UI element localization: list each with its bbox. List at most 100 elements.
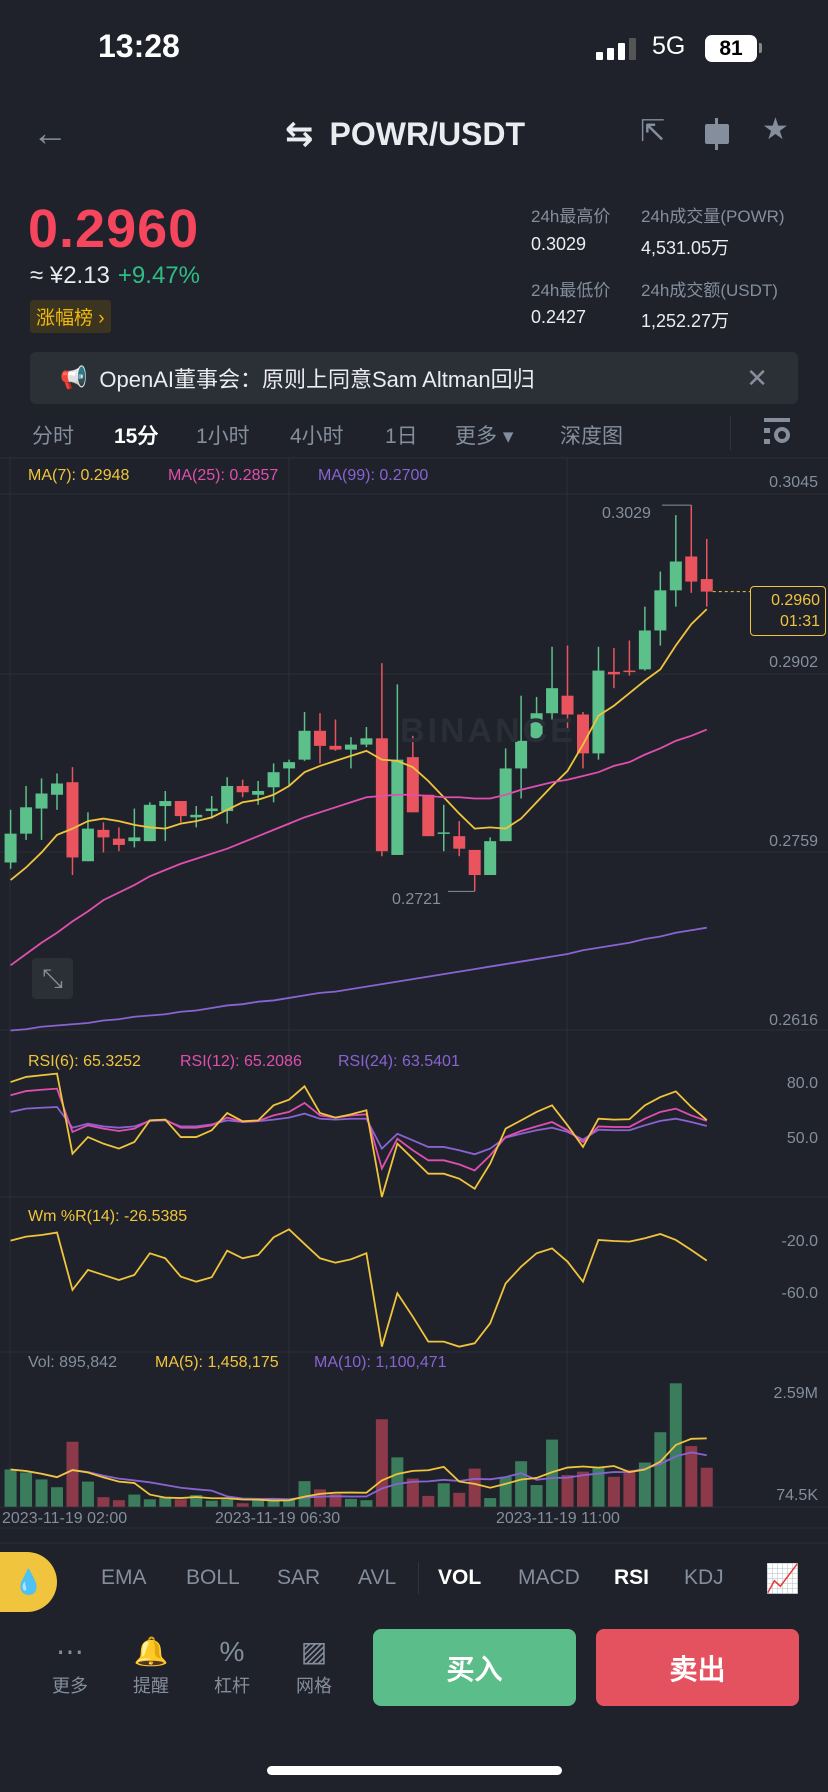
candle-down (375, 738, 388, 852)
price-axis-label: 0.2616 (769, 1012, 818, 1029)
volume-bar (344, 1498, 357, 1507)
volume-bar (422, 1495, 435, 1507)
candle-up (592, 670, 605, 754)
tab-indicator-boll[interactable]: BOLL (186, 1566, 240, 1590)
sell-button[interactable]: 卖出 (596, 1629, 799, 1706)
volume-bar (205, 1500, 218, 1507)
wr-axis-label: -60.0 (781, 1285, 818, 1302)
tab-timeframe[interactable]: 1日 (385, 420, 418, 450)
volume-bar (453, 1492, 466, 1507)
tab-timeframe[interactable]: 4小时 (290, 420, 344, 450)
volume-bar (437, 1483, 450, 1507)
candle-up (51, 783, 64, 795)
candle-up (669, 561, 682, 591)
amount-value: 1,252.27万 (641, 311, 730, 331)
change-percent: +9.47% (117, 262, 200, 289)
candle-up (143, 804, 156, 842)
drop-icon-button[interactable]: 💧 (0, 1552, 57, 1612)
candle-up (283, 762, 296, 769)
candle-up (344, 744, 357, 750)
low-marker-label: 0.2721 (392, 891, 441, 908)
candle-down (66, 782, 79, 858)
candle-down (236, 785, 249, 793)
fullscreen-expand-icon[interactable]: ⤡ (32, 958, 73, 999)
tab-more[interactable]: 更多 ▾ (455, 420, 513, 450)
volume-bar (298, 1481, 311, 1507)
vol-ma5-line (10, 1437, 707, 1502)
candle-down (576, 714, 589, 754)
tab-indicator-sar[interactable]: SAR (277, 1566, 320, 1590)
action-label: 更多 (52, 1676, 88, 1696)
ma7-legend: MA(7): 0.2948 (28, 467, 130, 484)
candle-down (112, 838, 125, 845)
tab-indicator-macd[interactable]: MACD (518, 1566, 580, 1590)
tab-depth[interactable]: 深度图 (560, 420, 623, 450)
tab-indicator-ema[interactable]: EMA (101, 1566, 147, 1590)
volume-bar (484, 1498, 497, 1507)
vol-ma5-legend: MA(5): 1,458,175 (155, 1354, 279, 1371)
announcement-bar[interactable]: 📢 OpenAI董事会：原则上同意Sam Altman回归 ✕ (30, 352, 798, 404)
tab-indicator-rsi[interactable]: RSI (614, 1566, 649, 1590)
volume-bar (546, 1439, 559, 1507)
action-label: 提醒 (133, 1676, 169, 1696)
candle-countdown: 01:31 (779, 613, 820, 630)
last-price-tag: 0.2960 01:31 (750, 586, 826, 636)
volume-bar (97, 1497, 110, 1507)
ma7-line (10, 608, 708, 881)
tab-indicator-kdj[interactable]: KDJ (684, 1566, 724, 1590)
indicator-settings-icon[interactable]: 📈 (765, 1562, 800, 1595)
share-icon[interactable]: ⇱ (640, 114, 665, 149)
binance-watermark: BINANCE (400, 712, 576, 750)
candle-mode-icon[interactable] (705, 118, 729, 150)
cny-price: ≈ ¥2.13 (30, 262, 110, 289)
volume-bar (576, 1471, 589, 1507)
candle-down (607, 671, 620, 675)
pair-title[interactable]: ⇆ POWR/USDT (285, 114, 525, 154)
last-price: 0.2960 (28, 199, 200, 259)
volume-bar (607, 1476, 620, 1507)
more-action[interactable]: ⋯ 更多 (40, 1632, 100, 1698)
volume-bar (4, 1469, 17, 1507)
alert-action[interactable]: 🔔 提醒 (121, 1632, 181, 1698)
close-icon[interactable]: ✕ (746, 363, 768, 394)
volume-bar (252, 1500, 265, 1507)
low-label: 24h最低价 (531, 281, 611, 300)
gainers-rank-badge[interactable]: 涨幅榜 › (30, 300, 111, 333)
candle-up (360, 738, 373, 745)
candle-down (422, 794, 435, 837)
candle-down (685, 556, 698, 582)
volume-bar (81, 1481, 94, 1507)
candle-up (20, 807, 33, 834)
rsi6-legend: RSI(6): 65.3252 (28, 1053, 141, 1070)
candle-up (221, 785, 234, 812)
volume-bar (468, 1468, 481, 1507)
margin-action[interactable]: % 杠杆 (202, 1632, 262, 1698)
volume-bar (499, 1476, 512, 1507)
buy-button[interactable]: 买入 (373, 1629, 576, 1706)
grid-chart-icon: ▨ (300, 1636, 328, 1667)
swap-icon: ⇆ (285, 115, 314, 153)
tab-indicator-avl[interactable]: AVL (358, 1566, 396, 1590)
tab-indicator-vol[interactable]: VOL (438, 1566, 481, 1590)
candle-up (437, 832, 450, 834)
candle-down (468, 849, 481, 876)
favorite-star-icon[interactable]: ★ (762, 112, 789, 147)
price-sub: ≈ ¥2.13 +9.47% (30, 262, 200, 290)
tab-timeframe[interactable]: 1小时 (196, 420, 250, 450)
candle-up (267, 772, 280, 788)
grid-action[interactable]: ▨ 网格 (284, 1632, 344, 1698)
vol-legend: Vol: 895,842 (28, 1354, 117, 1371)
signal-icon (596, 38, 636, 60)
candle-up (252, 791, 265, 795)
volume-bar (314, 1489, 326, 1507)
tab-timeframe[interactable]: 分时 (32, 420, 74, 450)
amount-label: 24h成交额(USDT) (641, 281, 778, 300)
volume-bar (654, 1432, 667, 1507)
candle-up (499, 768, 512, 842)
chart-settings-icon[interactable] (762, 418, 792, 448)
high-label: 24h最高价 (531, 207, 611, 226)
volume-bar (267, 1499, 280, 1507)
tab-timeframe[interactable]: 15分 (114, 420, 158, 450)
ma25-legend: MA(25): 0.2857 (168, 467, 279, 484)
back-arrow-icon[interactable]: ← (32, 112, 68, 154)
